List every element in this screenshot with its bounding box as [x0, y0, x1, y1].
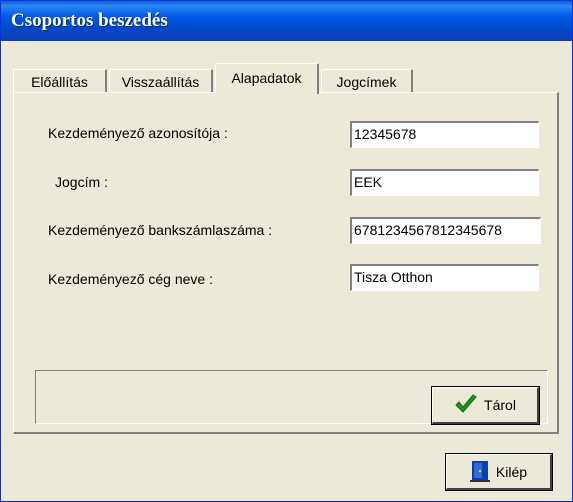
title-bar[interactable]: Csoportos beszedés — [1, 1, 572, 41]
save-button[interactable]: Tárol — [431, 386, 540, 425]
main-window: Csoportos beszedés Előállítás Visszaállí… — [0, 0, 573, 502]
tab-alapadatok[interactable]: Alapadatok — [215, 63, 319, 94]
initiator-id-field[interactable]: 12345678 — [350, 121, 539, 148]
checkmark-icon — [454, 393, 478, 417]
title-code-label: Jogcím : — [55, 174, 108, 190]
bank-account-field[interactable]: 6781234567812345678 — [350, 217, 541, 244]
title-code-field[interactable]: EEK — [350, 169, 539, 196]
initiator-id-label: Kezdeményező azonosítója : — [48, 125, 228, 141]
bank-account-label: Kezdeményező bankszámlaszáma : — [48, 222, 273, 238]
save-button-label: Tárol — [484, 397, 516, 413]
exit-door-icon — [469, 458, 490, 485]
tab-panel-alapadatok: Kezdeményező azonosítója : 12345678 Jogc… — [13, 92, 559, 434]
exit-button[interactable]: Kilép — [445, 453, 553, 491]
company-name-field[interactable]: Tisza Otthon — [350, 264, 539, 291]
window-title: Csoportos beszedés — [11, 10, 168, 31]
company-name-label: Kezdeményező cég neve : — [48, 271, 213, 287]
exit-button-label: Kilép — [495, 463, 528, 480]
